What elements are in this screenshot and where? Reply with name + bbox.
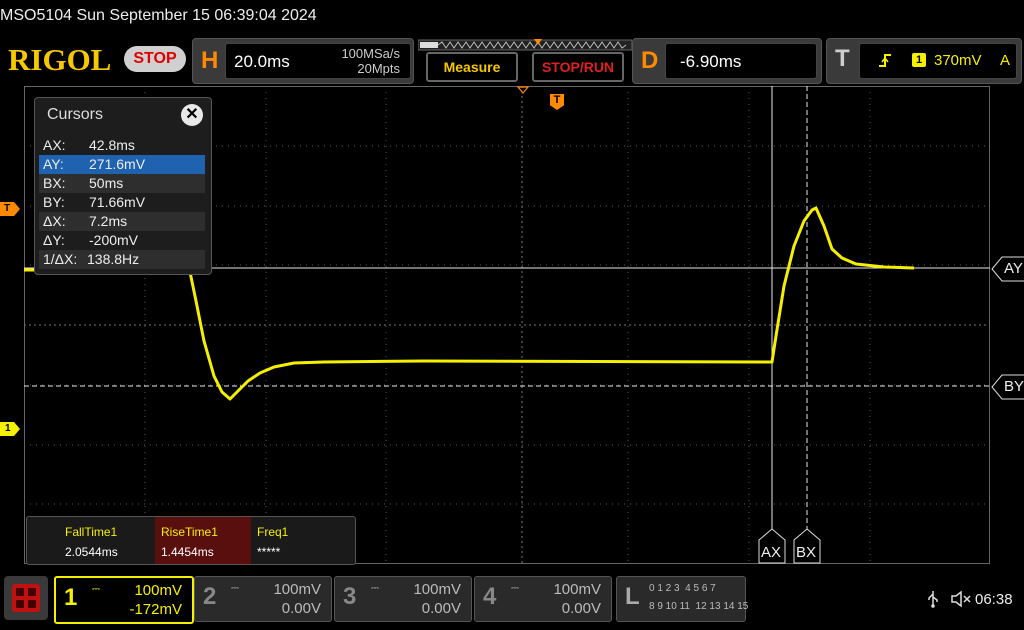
horizontal-values: 20.0ms 100MSa/s 20Mpts [225,43,411,79]
measurement-bar[interactable]: FallTime1 2.0544ms RiseTime1 1.4454ms Fr… [26,516,356,565]
rigol-logo: RIGOL [8,42,112,77]
delay-value: -6.90ms [680,52,742,71]
bottom-bar: 1 ⎓ 100mV -172mV 2 ⎓ 100mV 0.00V 3 ⎓ 100… [0,565,1024,630]
measurement-value: 2.0544ms [65,545,118,559]
cursor-by-label: BY [1004,378,1024,395]
rising-edge-icon [879,54,891,67]
cursor-ay-label: AY [1004,260,1023,277]
channel-number: 2 [203,583,217,610]
cursor-row-bx: BX: 50ms [39,174,205,193]
coupling-dc-icon: ⎓ [92,584,100,595]
measure-button[interactable]: Measure [426,52,518,82]
cursors-panel: Cursors ✕ AX: 42.8ms AY: 271.6mV BX: 50ms B… [34,97,212,275]
measurement-name: RiseTime1 [161,525,218,539]
trigger-level: 370mV [934,52,982,69]
sample-rate: 100MSa/s [341,46,400,61]
channel-offset: 0.00V [421,600,461,617]
cursors-title: Cursors [47,106,104,123]
channel-scale: 100mV [134,582,182,599]
channel-number: 3 [343,583,357,610]
trigger-position-arrow [517,86,529,94]
cursor-row-ax: AX: 42.8ms [43,137,135,153]
logic-box[interactable]: L 0 1 2 3 4 5 6 7 8 9 10 11 12 13 14 15 [616,576,749,622]
coupling-dc-icon: ⎓ [371,583,379,594]
channel4-box[interactable]: 4 ⎓ 100mV 0.00V [474,576,612,622]
channel2-box[interactable]: 2 ⎓ 100mV 0.00V [194,576,332,622]
speaker-muted-icon[interactable] [950,590,972,608]
timebase: 20.0ms [234,52,290,71]
delay-panel[interactable]: D -6.90ms [632,38,822,84]
logic-row1: 0 1 2 3 4 5 6 7 [649,583,716,594]
cursor-row-inverse-delta-x: 1/ΔX: 138.8Hz [39,250,205,269]
menu-button[interactable] [4,576,48,620]
channel-scale: 100mV [413,581,461,598]
delay-value-box: -6.90ms [665,43,817,79]
channel-number: 4 [483,583,497,610]
measurement-value: 1.4454ms [161,545,214,559]
trigger-mode: A [1000,52,1011,69]
grid-menu-icon [12,584,40,612]
run-state-badge[interactable]: STOP [124,46,186,72]
system-time: 06:38 [975,591,1013,608]
measurement-name: Freq1 [257,525,289,539]
trigger-panel[interactable]: T 1 370mV A [826,38,1022,84]
stop-run-button[interactable]: STOP/RUN [532,52,624,82]
cursor-bx-label: BX [796,544,817,561]
channel-number: 1 [64,584,78,611]
trigger-letter: T [835,45,850,72]
cursor-row-delta-y: ΔY: -200mV [43,232,139,248]
memory-overview [417,38,633,51]
coupling-dc-icon: ⎓ [511,583,519,594]
model-datetime: MSO5104 Sun September 15 06:39:04 2024 [0,7,317,24]
measurement-falltime[interactable]: FallTime1 2.0544ms [59,517,155,564]
logic-letter: L [625,583,640,610]
close-icon[interactable]: ✕ [181,104,203,126]
channel-offset: 0.00V [561,600,601,617]
horizontal-panel[interactable]: H 20.0ms 100MSa/s 20Mpts [192,38,414,84]
channel-offset: -172mV [129,601,182,618]
usb-icon [928,591,938,608]
trigger-values: 1 370mV A [859,43,1017,79]
channel1-box[interactable]: 1 ⎓ 100mV -172mV [54,576,194,624]
measurement-name: FallTime1 [65,525,118,539]
measurement-value: ***** [257,545,281,559]
logic-row2: 8 9 10 11 12 13 14 15 [649,601,749,612]
cursor-row-by: BY: 71.66mV [43,194,146,210]
measurement-risetime[interactable]: RiseTime1 1.4454ms [155,517,251,564]
channel1-offset-marker[interactable]: 1 [0,422,20,436]
cursor-bx-tag[interactable]: BX [793,528,821,564]
memory-overview-graphic [417,39,633,51]
status-bar: MSO5104 Sun September 15 06:39:04 2024 [0,0,1024,34]
channel-scale: 100mV [553,581,601,598]
cursors-header: Cursors ✕ [35,98,211,132]
trigger-channel-badge: 1 [912,53,926,67]
measurement-freq[interactable]: Freq1 ***** [251,517,347,564]
horizontal-letter: H [201,47,219,74]
top-toolbar: RIGOL STOP H 20.0ms 100MSa/s 20Mpts Meas… [0,34,1024,86]
delay-letter: D [641,47,659,74]
channel3-box[interactable]: 3 ⎓ 100mV 0.00V [334,576,472,622]
trigger-level-marker[interactable]: T [0,202,20,216]
channel-offset: 0.00V [281,600,321,617]
cursor-ax-tag[interactable]: AX [758,528,786,564]
cursor-row-ay[interactable]: AY: 271.6mV [39,155,205,174]
cursor-ax-label: AX [761,544,782,561]
memory-depth: 20Mpts [357,61,400,76]
channel-scale: 100mV [273,581,321,598]
coupling-dc-icon: ⎓ [231,583,239,594]
cursor-row-delta-x: ΔX: 7.2ms [39,212,205,231]
